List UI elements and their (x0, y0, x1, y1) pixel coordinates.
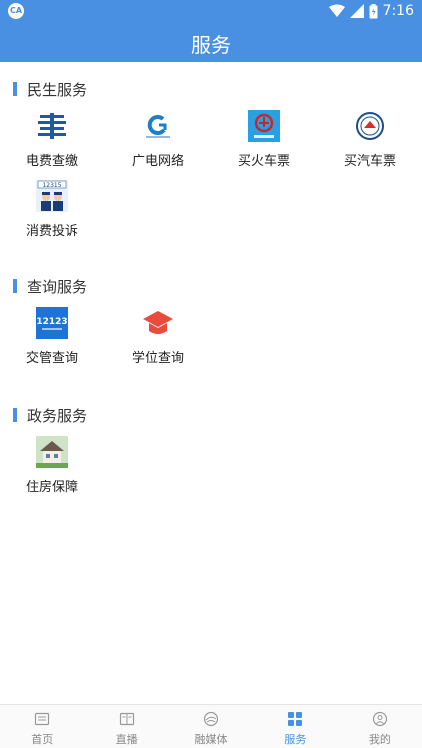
service-electricity[interactable]: 电费查缴 (17, 110, 87, 180)
graduation-cap-icon (143, 311, 173, 334)
service-train-ticket[interactable]: 买火车票 (229, 110, 299, 180)
section-header: 民生服务 (13, 80, 88, 99)
home-icon (35, 712, 50, 726)
tab-label: 直播 (115, 733, 138, 746)
tab-label: 服务 (284, 733, 307, 746)
profile-icon (372, 711, 387, 727)
live-icon (119, 712, 134, 726)
bottom-tab-bar: 首页 直播 融媒体 服务 我的 (0, 704, 422, 748)
tab-label: 我的 (368, 733, 391, 746)
bus-ticket-icon (354, 110, 386, 142)
service-cable-network[interactable]: 广电网络 (123, 110, 193, 180)
services-content: 民生服务 电费查缴 广电网络 买火车票 买汽车票 12315 消费投诉 查询服务… (0, 62, 422, 704)
status-bar: CA 7:16 (0, 0, 422, 22)
section-header: 查询服务 (13, 277, 88, 296)
service-housing[interactable]: 住房保障 (17, 436, 87, 506)
section-title: 民生服务 (27, 80, 88, 99)
page-title: 服务 (191, 33, 231, 57)
grid-icon (288, 712, 303, 726)
svg-text:12315: 12315 (42, 182, 61, 189)
media-icon (203, 711, 219, 727)
wifi-icon (328, 4, 345, 17)
tab-media[interactable]: 融媒体 (169, 705, 253, 748)
service-traffic-query[interactable]: 12123 交管查询 (17, 307, 87, 377)
tab-profile[interactable]: 我的 (338, 705, 422, 748)
consumer-complaint-icon: 12315 (36, 180, 68, 212)
tab-live[interactable]: 直播 (84, 705, 168, 748)
section-title: 查询服务 (27, 277, 88, 296)
traffic-12123-icon: 12123 (36, 307, 68, 339)
service-label: 买火车票 (237, 154, 290, 169)
service-label: 学位查询 (131, 351, 184, 366)
section-title: 政务服务 (27, 406, 88, 425)
service-label: 消费投诉 (25, 224, 78, 239)
service-label: 住房保障 (25, 480, 78, 495)
app-notification-icon: CA (8, 3, 24, 19)
service-label: 广电网络 (131, 154, 184, 169)
tab-label: 首页 (31, 733, 54, 746)
section-marker (13, 279, 17, 293)
tab-label: 融媒体 (194, 733, 228, 746)
section-marker (13, 82, 17, 96)
section-marker (13, 408, 17, 422)
house-icon (36, 436, 68, 468)
power-grid-icon (36, 110, 68, 142)
service-label: 买汽车票 (343, 154, 396, 169)
clock-time: 7:16 (382, 3, 414, 19)
tab-home[interactable]: 首页 (0, 705, 84, 748)
service-degree-query[interactable]: 学位查询 (123, 307, 193, 377)
svg-text:12123: 12123 (36, 317, 67, 327)
service-label: 交管查询 (25, 351, 78, 366)
service-consumer-complaint[interactable]: 12315 消费投诉 (17, 180, 87, 250)
status-indicators: 7:16 (328, 2, 414, 20)
tab-services[interactable]: 服务 (253, 705, 337, 748)
app-header: 服务 (0, 22, 422, 62)
signal-icon (349, 4, 364, 18)
service-bus-ticket[interactable]: 买汽车票 (335, 110, 405, 180)
service-label: 电费查缴 (25, 154, 78, 169)
section-header: 政务服务 (13, 406, 88, 425)
railway-icon (248, 110, 280, 142)
battery-icon (369, 3, 378, 18)
cable-network-icon (142, 110, 174, 142)
